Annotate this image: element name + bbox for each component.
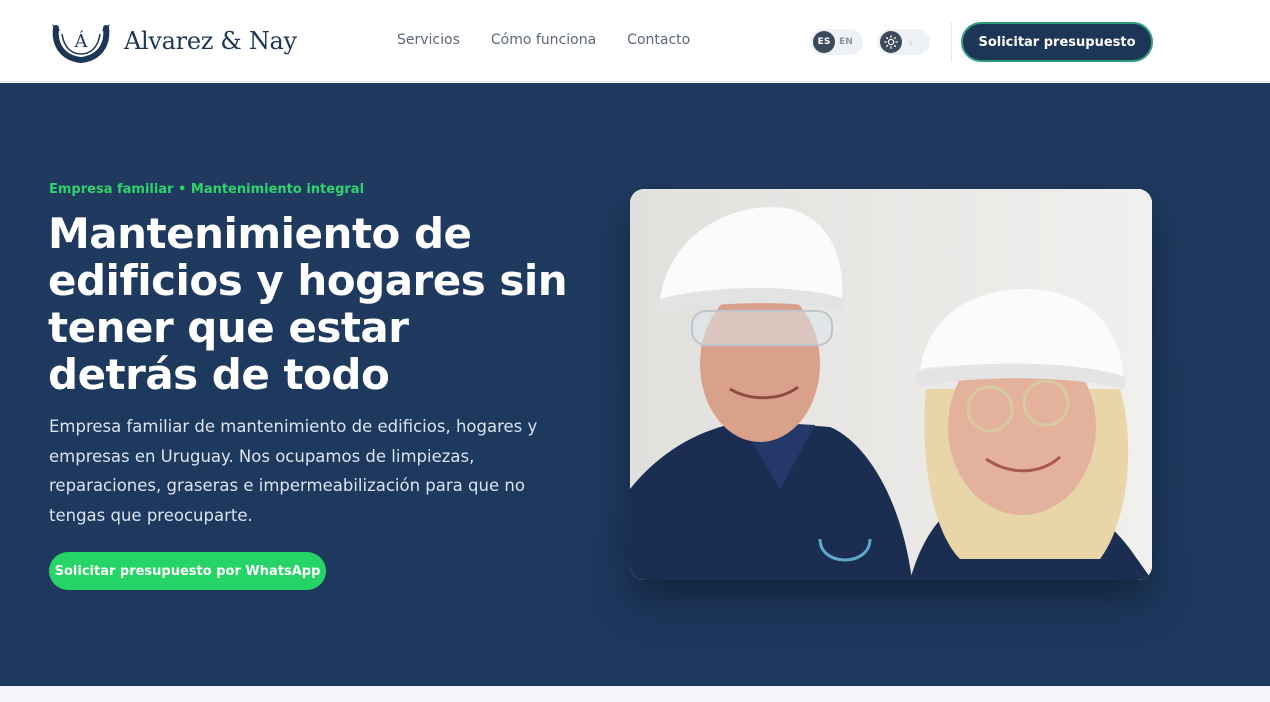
nav-link-como-funciona[interactable]: Cómo funciona xyxy=(491,32,596,48)
theme-option-dark[interactable] xyxy=(902,31,924,53)
brand-name: Alvarez & Nay xyxy=(124,27,297,55)
language-toggle[interactable]: ES EN xyxy=(810,29,863,55)
brand-emblem-icon: Á xyxy=(52,24,110,64)
nav-link-contacto[interactable]: Contacto xyxy=(627,32,690,48)
section-separator xyxy=(0,686,1270,702)
team-photo-illustration xyxy=(630,189,1152,580)
hero-title: Mantenimiento de edificios y hogares sin… xyxy=(48,209,568,399)
hero-eyebrow: Empresa familiar • Mantenimiento integra… xyxy=(49,182,365,197)
moon-icon xyxy=(909,37,916,46)
sun-icon xyxy=(884,35,898,49)
header-divider xyxy=(951,22,952,62)
brand-logo[interactable]: Á Alvarez & Nay xyxy=(50,18,297,64)
hero-section: Empresa familiar • Mantenimiento integra… xyxy=(0,83,1270,686)
emblem-letter: Á xyxy=(74,29,89,52)
theme-option-light[interactable] xyxy=(880,31,902,53)
site-header: Á Alvarez & Nay Servicios Cómo funciona … xyxy=(0,0,1270,82)
language-option-es[interactable]: ES xyxy=(813,31,835,53)
request-quote-button[interactable]: Solicitar presupuesto xyxy=(961,22,1153,62)
team-photo xyxy=(630,189,1152,580)
hero-description: Empresa familiar de mantenimiento de edi… xyxy=(49,417,538,525)
theme-toggle[interactable] xyxy=(877,29,930,55)
nav-link-servicios[interactable]: Servicios xyxy=(397,32,460,48)
language-option-en[interactable]: EN xyxy=(835,31,857,53)
whatsapp-quote-button[interactable]: Solicitar presupuesto por WhatsApp xyxy=(49,552,326,590)
main-nav: Servicios Cómo funciona Contacto xyxy=(397,32,721,48)
